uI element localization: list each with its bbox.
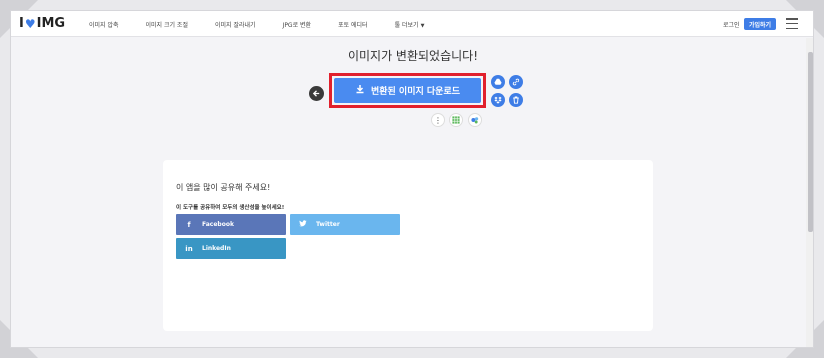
logo-text-right: IMG (36, 16, 66, 31)
google-drive-icon[interactable] (491, 75, 505, 89)
linkedin-label: LinkedIn (202, 245, 231, 252)
chevron-down-icon: ▼ (420, 22, 425, 29)
signup-button[interactable]: 가입하기 (744, 18, 776, 30)
main-nav: 이미지 압축 이미지 크기 조절 이미지 잘라내기 JPG로 변환 포토 에디터… (89, 11, 451, 37)
heart-icon: ♥ (24, 16, 36, 31)
download-icon (355, 84, 365, 97)
scrollbar-thumb[interactable] (808, 52, 813, 232)
share-subheading: 이 도구를 공유하여 모두의 생산성을 높이세요! (176, 205, 285, 211)
menu-bar (786, 22, 798, 25)
spreadsheet-icon[interactable] (449, 113, 463, 127)
trash-icon[interactable] (509, 93, 523, 107)
login-link[interactable]: 로그인 (723, 20, 740, 29)
nav-more-tools[interactable]: 툴 더보기 ▼ (395, 20, 425, 29)
linkedin-share-button[interactable]: in LinkedIn (176, 238, 286, 259)
download-highlight: 변환된 이미지 다운로드 (329, 73, 486, 108)
more-vertical-icon[interactable]: ⋮ (431, 113, 445, 127)
twitter-label: Twitter (316, 221, 340, 228)
hamburger-menu-icon[interactable] (786, 18, 798, 29)
linkedin-icon: in (185, 244, 193, 253)
facebook-share-button[interactable]: f Facebook (176, 214, 286, 235)
nav-convert-to-jpg[interactable]: JPG로 변환 (283, 20, 312, 29)
download-button[interactable]: 변환된 이미지 다운로드 (334, 78, 481, 103)
nav-photo-editor[interactable]: 포토 에디터 (338, 20, 368, 29)
nav-more-tools-label: 툴 더보기 (394, 21, 419, 29)
link-icon[interactable] (509, 75, 523, 89)
menu-bar (786, 27, 798, 29)
share-card: 이 앱을 많이 공유해 주세요! 이 도구를 공유하여 모두의 생산성을 높이세… (163, 160, 653, 331)
top-navbar: I ♥ IMG 이미지 압축 이미지 크기 조절 이미지 잘라내기 JPG로 변… (11, 11, 813, 37)
facebook-icon: f (187, 220, 191, 229)
dropbox-icon[interactable] (491, 93, 505, 107)
share-app-icon[interactable] (468, 113, 482, 127)
share-heading: 이 앱을 많이 공유해 주세요! (176, 183, 271, 192)
browser-page: I ♥ IMG 이미지 압축 이미지 크기 조절 이미지 잘라내기 JPG로 변… (10, 10, 814, 348)
back-arrow-icon[interactable] (309, 86, 324, 101)
nav-crop-image[interactable]: 이미지 잘라내기 (215, 20, 256, 29)
twitter-share-button[interactable]: Twitter (290, 214, 400, 235)
logo-text-left: I (19, 16, 24, 31)
twitter-icon (290, 220, 316, 229)
page-title: 이미지가 변환되었습니다! (347, 49, 479, 63)
vertical-scrollbar[interactable] (806, 38, 813, 347)
download-label: 변환된 이미지 다운로드 (370, 87, 461, 97)
facebook-label: Facebook (202, 221, 234, 228)
nav-resize-image[interactable]: 이미지 크기 조절 (146, 20, 188, 29)
nav-compress-image[interactable]: 이미지 압축 (89, 20, 119, 29)
menu-bar (786, 18, 798, 20)
screenshot-frame: I ♥ IMG 이미지 압축 이미지 크기 조절 이미지 잘라내기 JPG로 변… (0, 0, 824, 358)
logo[interactable]: I ♥ IMG (19, 16, 65, 31)
